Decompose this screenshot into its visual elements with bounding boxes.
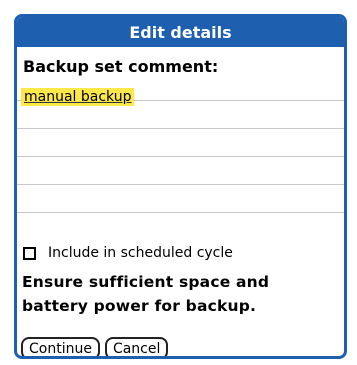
comment-text-area[interactable]: [17, 100, 344, 240]
edit-details-dialog: Edit details Backup set comment: manual …: [14, 14, 347, 359]
scheduled-cycle-option[interactable]: Include in scheduled cycle: [23, 245, 233, 261]
text-area-line: [17, 212, 344, 213]
scheduled-cycle-checkbox[interactable]: [23, 246, 36, 260]
comment-input[interactable]: manual backup: [21, 88, 135, 106]
warning-message-line-1: Ensure sufficient space and: [22, 273, 270, 291]
warning-message: Ensure sufficient space and battery powe…: [22, 270, 342, 318]
dialog-title-bar: Edit details: [17, 17, 344, 47]
scheduled-cycle-label[interactable]: Include in scheduled cycle: [48, 245, 233, 261]
warning-message-line-2: battery power for backup.: [22, 297, 257, 315]
comment-label: Backup set comment:: [23, 57, 219, 76]
dialog-title: Edit details: [129, 22, 232, 42]
text-area-line: [17, 184, 344, 185]
text-area-line: [17, 128, 344, 129]
cancel-button[interactable]: Cancel: [104, 337, 169, 356]
dialog-buttons: Continue Cancel: [21, 337, 169, 356]
text-area-line: [17, 156, 344, 157]
continue-button[interactable]: Continue: [21, 337, 100, 356]
